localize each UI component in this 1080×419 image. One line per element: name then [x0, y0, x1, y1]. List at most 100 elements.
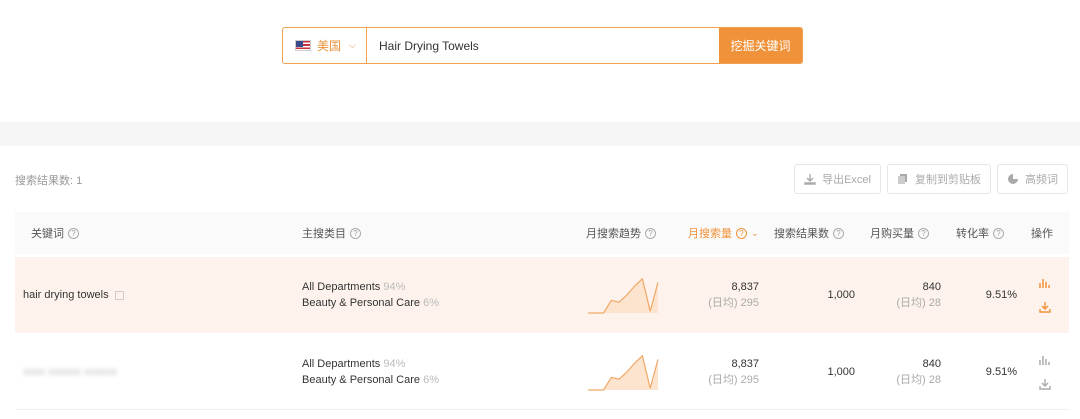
- us-flag-icon: [295, 40, 311, 51]
- daily-purchase-value: (日均) 28: [896, 374, 941, 386]
- keyword-search-bar: 美国 ⌵ 挖掘关键词: [282, 27, 803, 64]
- header-conversion: 转化率?: [956, 212, 1004, 254]
- help-icon[interactable]: ?: [833, 227, 844, 239]
- download-icon[interactable]: [1038, 377, 1052, 391]
- result-count: 搜索结果数: 1: [15, 175, 83, 187]
- header-monthly-search-label: 月搜索量: [688, 228, 732, 240]
- section-divider: [0, 122, 1080, 146]
- category-line: Beauty & Personal Care 6%: [302, 295, 439, 311]
- trend-cell: [586, 334, 660, 410]
- trend-cell: [586, 257, 660, 333]
- header-category: 主搜类目?: [302, 212, 361, 254]
- conversion-cell: 9.51%: [975, 257, 1017, 333]
- conversion-cell: 9.51%: [975, 334, 1017, 410]
- country-label: 美国: [317, 39, 342, 53]
- chevron-down-icon: ⌵: [349, 40, 356, 50]
- keyword-value: hair drying towels: [23, 289, 109, 301]
- actions-cell: [1038, 257, 1052, 333]
- keyword-input[interactable]: [367, 28, 719, 63]
- category-name: Beauty & Personal Care: [302, 297, 421, 309]
- header-category-label: 主搜类目: [302, 228, 346, 240]
- table-row: xxxx xxxxxx xxxxxx All Departments 94% B…: [15, 334, 1069, 410]
- bar-chart-icon[interactable]: [1038, 353, 1052, 367]
- pie-chart-icon: [1008, 174, 1018, 184]
- table-row: hair drying towels All Departments 94% B…: [15, 257, 1069, 333]
- keyword-text[interactable]: xxxx xxxxxx xxxxxx: [23, 366, 117, 378]
- trend-sparkline: [588, 354, 659, 391]
- help-icon[interactable]: ?: [918, 227, 929, 239]
- result-count-value: 1,000: [827, 366, 855, 378]
- keyword-cell: hair drying towels: [23, 257, 124, 333]
- monthly-purchase-cell: 840 (日均) 28: [885, 334, 941, 410]
- copy-icon[interactable]: [114, 290, 124, 300]
- sort-desc-icon[interactable]: ⌄: [751, 228, 759, 239]
- monthly-purchase-value: 840: [922, 281, 941, 293]
- keyword-text[interactable]: hair drying towels: [23, 289, 124, 301]
- category-line: All Departments 94%: [302, 279, 439, 295]
- trend-sparkline: [588, 277, 659, 314]
- help-icon[interactable]: ?: [350, 227, 361, 239]
- monthly-purchase-value: 840: [922, 358, 941, 370]
- monthly-search-value: 8,837: [731, 358, 759, 370]
- category-cell: All Departments 94% Beauty & Personal Ca…: [302, 334, 439, 410]
- toolbar: 导出Excel 复制到剪贴板 高频词: [794, 164, 1068, 194]
- bar-chart-icon[interactable]: [1038, 276, 1052, 290]
- header-actions: 操作: [1031, 212, 1053, 254]
- help-icon[interactable]: ?: [993, 227, 1004, 239]
- header-monthly-purchase: 月购买量?: [870, 212, 929, 254]
- keyword-value: xxxx xxxxxx xxxxxx: [23, 366, 118, 378]
- keyword-cell: xxxx xxxxxx xxxxxx: [23, 334, 117, 410]
- trend-area: [588, 278, 658, 313]
- header-monthly-purchase-label: 月购买量: [870, 228, 914, 240]
- category-percent: 94%: [383, 281, 406, 293]
- category-percent: 6%: [423, 374, 439, 386]
- export-excel-label: 导出Excel: [822, 174, 871, 186]
- category-percent: 6%: [423, 297, 439, 309]
- daily-search-value: (日均) 295: [708, 374, 759, 386]
- conversion-value: 9.51%: [985, 366, 1017, 378]
- header-result-count-label: 搜索结果数: [774, 228, 829, 240]
- result-count-cell: 1,000: [805, 334, 855, 410]
- frequent-words-label: 高频词: [1025, 174, 1058, 186]
- help-icon[interactable]: ?: [736, 227, 747, 239]
- help-icon[interactable]: ?: [68, 227, 79, 239]
- header-keyword-label: 关键词: [31, 228, 64, 240]
- monthly-purchase-cell: 840 (日均) 28: [885, 257, 941, 333]
- copy-clipboard-label: 复制到剪贴板: [915, 174, 981, 186]
- category-line: All Departments 94%: [302, 356, 439, 372]
- monthly-search-value: 8,837: [731, 281, 759, 293]
- result-count-value: 1,000: [827, 289, 855, 301]
- copy-clipboard-button[interactable]: 复制到剪贴板: [887, 164, 991, 194]
- dig-keywords-button[interactable]: 挖掘关键词: [719, 28, 802, 63]
- country-select[interactable]: 美国 ⌵: [283, 28, 367, 63]
- header-trend-label: 月搜索趋势: [586, 228, 641, 240]
- daily-purchase-value: (日均) 28: [896, 297, 941, 309]
- daily-search-value: (日均) 295: [708, 297, 759, 309]
- download-icon: [804, 174, 816, 185]
- header-conversion-label: 转化率: [956, 228, 989, 240]
- category-percent: 94%: [383, 358, 406, 370]
- table-header: 关键词? 主搜类目? 月搜索趋势? 月搜索量? ⌄ 搜索结果数? 月购买量? 转…: [15, 212, 1069, 254]
- help-icon[interactable]: ?: [645, 227, 656, 239]
- header-result-count: 搜索结果数?: [774, 212, 844, 254]
- result-count-cell: 1,000: [805, 257, 855, 333]
- download-icon[interactable]: [1038, 300, 1052, 314]
- header-keyword: 关键词?: [31, 212, 79, 254]
- category-line: Beauty & Personal Care 6%: [302, 372, 439, 388]
- category-name: All Departments: [302, 281, 381, 293]
- header-actions-label: 操作: [1031, 228, 1053, 240]
- actions-cell: [1038, 334, 1052, 410]
- trend-area: [588, 355, 658, 390]
- category-cell: All Departments 94% Beauty & Personal Ca…: [302, 257, 439, 333]
- monthly-search-cell: 8,837 (日均) 295: [695, 334, 759, 410]
- header-monthly-search[interactable]: 月搜索量? ⌄: [688, 212, 759, 254]
- conversion-value: 9.51%: [985, 289, 1017, 301]
- export-excel-button[interactable]: 导出Excel: [794, 164, 881, 194]
- category-name: All Departments: [302, 358, 381, 370]
- frequent-words-button[interactable]: 高频词: [997, 164, 1068, 194]
- search-header: 美国 ⌵ 挖掘关键词: [0, 0, 1080, 122]
- header-trend: 月搜索趋势?: [586, 212, 656, 254]
- copy-icon: [898, 174, 907, 184]
- monthly-search-cell: 8,837 (日均) 295: [695, 257, 759, 333]
- category-name: Beauty & Personal Care: [302, 374, 421, 386]
